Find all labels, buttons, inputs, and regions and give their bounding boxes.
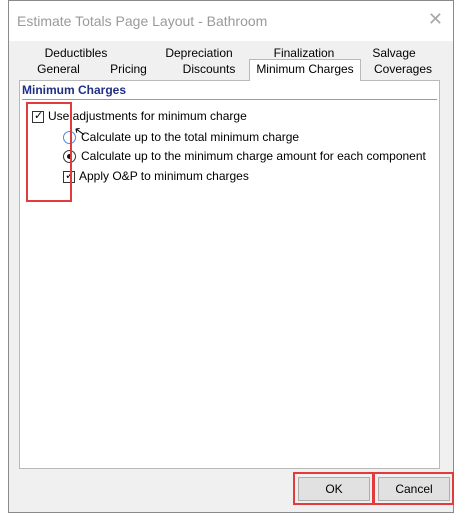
- window-title: Estimate Totals Page Layout - Bathroom: [17, 13, 268, 29]
- apply-op-label: Apply O&P to minimum charges: [79, 169, 249, 183]
- tab-deductibles[interactable]: Deductibles: [31, 46, 121, 60]
- radio-component-minimum[interactable]: [63, 150, 76, 163]
- section-title: Minimum Charges: [22, 83, 127, 97]
- radio-component-label: Calculate up to the minimum charge amoun…: [81, 149, 426, 163]
- cancel-button[interactable]: Cancel: [378, 477, 450, 501]
- tab-discounts[interactable]: Discounts: [169, 62, 249, 76]
- apply-op-checkbox[interactable]: ✓: [63, 170, 75, 183]
- radio-selected-dot: [67, 154, 72, 159]
- title-bar: Estimate Totals Page Layout - Bathroom ✕: [9, 1, 453, 41]
- tab-salvage[interactable]: Salvage: [359, 46, 429, 60]
- dialog-window: Estimate Totals Page Layout - Bathroom ✕…: [8, 0, 454, 513]
- check-icon: ✓: [65, 170, 75, 182]
- ok-button[interactable]: OK: [298, 477, 370, 501]
- radio-total-label: Calculate up to the total minimum charge: [81, 130, 300, 144]
- check-icon: ✓: [34, 110, 44, 122]
- close-icon[interactable]: ✕: [428, 9, 443, 30]
- tab-pricing[interactable]: Pricing: [101, 62, 156, 76]
- tab-coverages[interactable]: Coverages: [367, 62, 439, 76]
- tab-finalization[interactable]: Finalization: [254, 46, 354, 60]
- section-divider: [22, 99, 437, 100]
- use-adjustments-label: Use adjustments for minimum charge: [48, 109, 247, 123]
- tab-minimum-charges[interactable]: Minimum Charges: [249, 59, 361, 81]
- tab-general[interactable]: General: [31, 62, 86, 76]
- use-adjustments-checkbox[interactable]: ✓: [32, 110, 44, 123]
- tab-depreciation[interactable]: Depreciation: [149, 46, 249, 60]
